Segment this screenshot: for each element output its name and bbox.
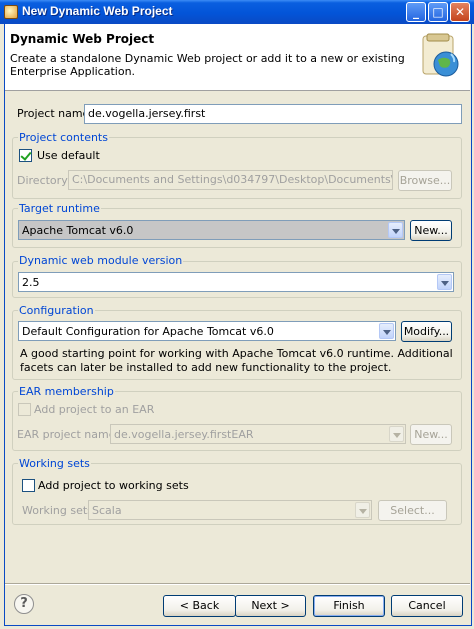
chevron-down-icon[interactable]: [379, 323, 394, 339]
new-ear-button[interactable]: New...: [410, 424, 452, 445]
add-to-working-sets-checkbox[interactable]: [22, 479, 35, 492]
configuration-value: Default Configuration for Apache Tomcat …: [22, 325, 274, 338]
ear-project-name-label: EAR project name:: [17, 428, 120, 441]
wizard-banner: Dynamic Web Project Create a standalone …: [4, 24, 470, 91]
project-name-label: Project name:: [17, 107, 94, 120]
configuration-description: A good starting point for working with A…: [20, 347, 453, 374]
ear-project-value: de.vogella.jersey.firstEAR: [114, 428, 254, 441]
add-to-ear-label: Add project to an EAR: [34, 403, 155, 416]
browse-button[interactable]: Browse...: [398, 170, 452, 191]
chevron-down-icon[interactable]: [437, 274, 452, 290]
working-sets-value: Scala: [92, 504, 122, 517]
banner-description: Create a standalone Dynamic Web project …: [10, 52, 405, 78]
chevron-down-icon[interactable]: [388, 222, 403, 238]
directory-input[interactable]: C:\Documents and Settings\d034797\Deskto…: [68, 170, 393, 190]
cancel-button[interactable]: Cancel: [391, 595, 463, 617]
help-icon[interactable]: ?: [14, 594, 34, 614]
module-version-value: 2.5: [22, 276, 40, 289]
target-runtime-label: Target runtime: [18, 202, 101, 215]
chevron-down-icon[interactable]: [355, 502, 370, 518]
footer-separator: [4, 583, 470, 585]
configuration-label: Configuration: [18, 304, 95, 317]
project-name-input[interactable]: de.vogella.jersey.first: [84, 104, 462, 124]
banner-heading: Dynamic Web Project: [10, 32, 155, 46]
title-bar[interactable]: New Dynamic Web Project _ □ ✕: [0, 0, 474, 24]
add-to-working-sets-label: Add project to working sets: [38, 479, 189, 492]
ear-project-select[interactable]: de.vogella.jersey.firstEAR: [110, 424, 406, 444]
select-working-sets-button[interactable]: Select...: [378, 500, 447, 521]
maximize-button[interactable]: □: [428, 2, 448, 22]
working-sets-select[interactable]: Scala: [88, 500, 372, 520]
working-sets-label: Working sets: [18, 457, 91, 470]
use-default-checkbox[interactable]: [19, 149, 32, 162]
project-contents-label: Project contents: [18, 131, 109, 144]
window-title: New Dynamic Web Project: [22, 4, 173, 18]
configuration-select[interactable]: Default Configuration for Apache Tomcat …: [18, 321, 396, 341]
target-runtime-value: Apache Tomcat v6.0: [22, 224, 134, 237]
target-runtime-select[interactable]: Apache Tomcat v6.0: [18, 220, 405, 240]
finish-button[interactable]: Finish: [313, 595, 385, 617]
web-project-wizard-icon: [422, 33, 459, 77]
close-button[interactable]: ✕: [450, 2, 470, 22]
module-version-select[interactable]: 2.5: [18, 272, 454, 292]
use-default-label: Use default: [37, 149, 100, 162]
directory-label: Directory:: [17, 174, 71, 187]
module-version-label: Dynamic web module version: [18, 254, 184, 267]
next-button[interactable]: Next >: [235, 595, 306, 617]
chevron-down-icon[interactable]: [389, 426, 404, 442]
back-button[interactable]: < Back: [163, 595, 236, 617]
modify-button[interactable]: Modify...: [401, 321, 452, 342]
new-runtime-button[interactable]: New...: [410, 220, 452, 241]
ear-membership-label: EAR membership: [18, 385, 115, 398]
eclipse-window-icon: [4, 5, 18, 19]
minimize-button[interactable]: _: [406, 2, 426, 22]
working-sets-field-label: Working sets:: [22, 504, 97, 517]
add-to-ear-checkbox[interactable]: [18, 403, 31, 416]
